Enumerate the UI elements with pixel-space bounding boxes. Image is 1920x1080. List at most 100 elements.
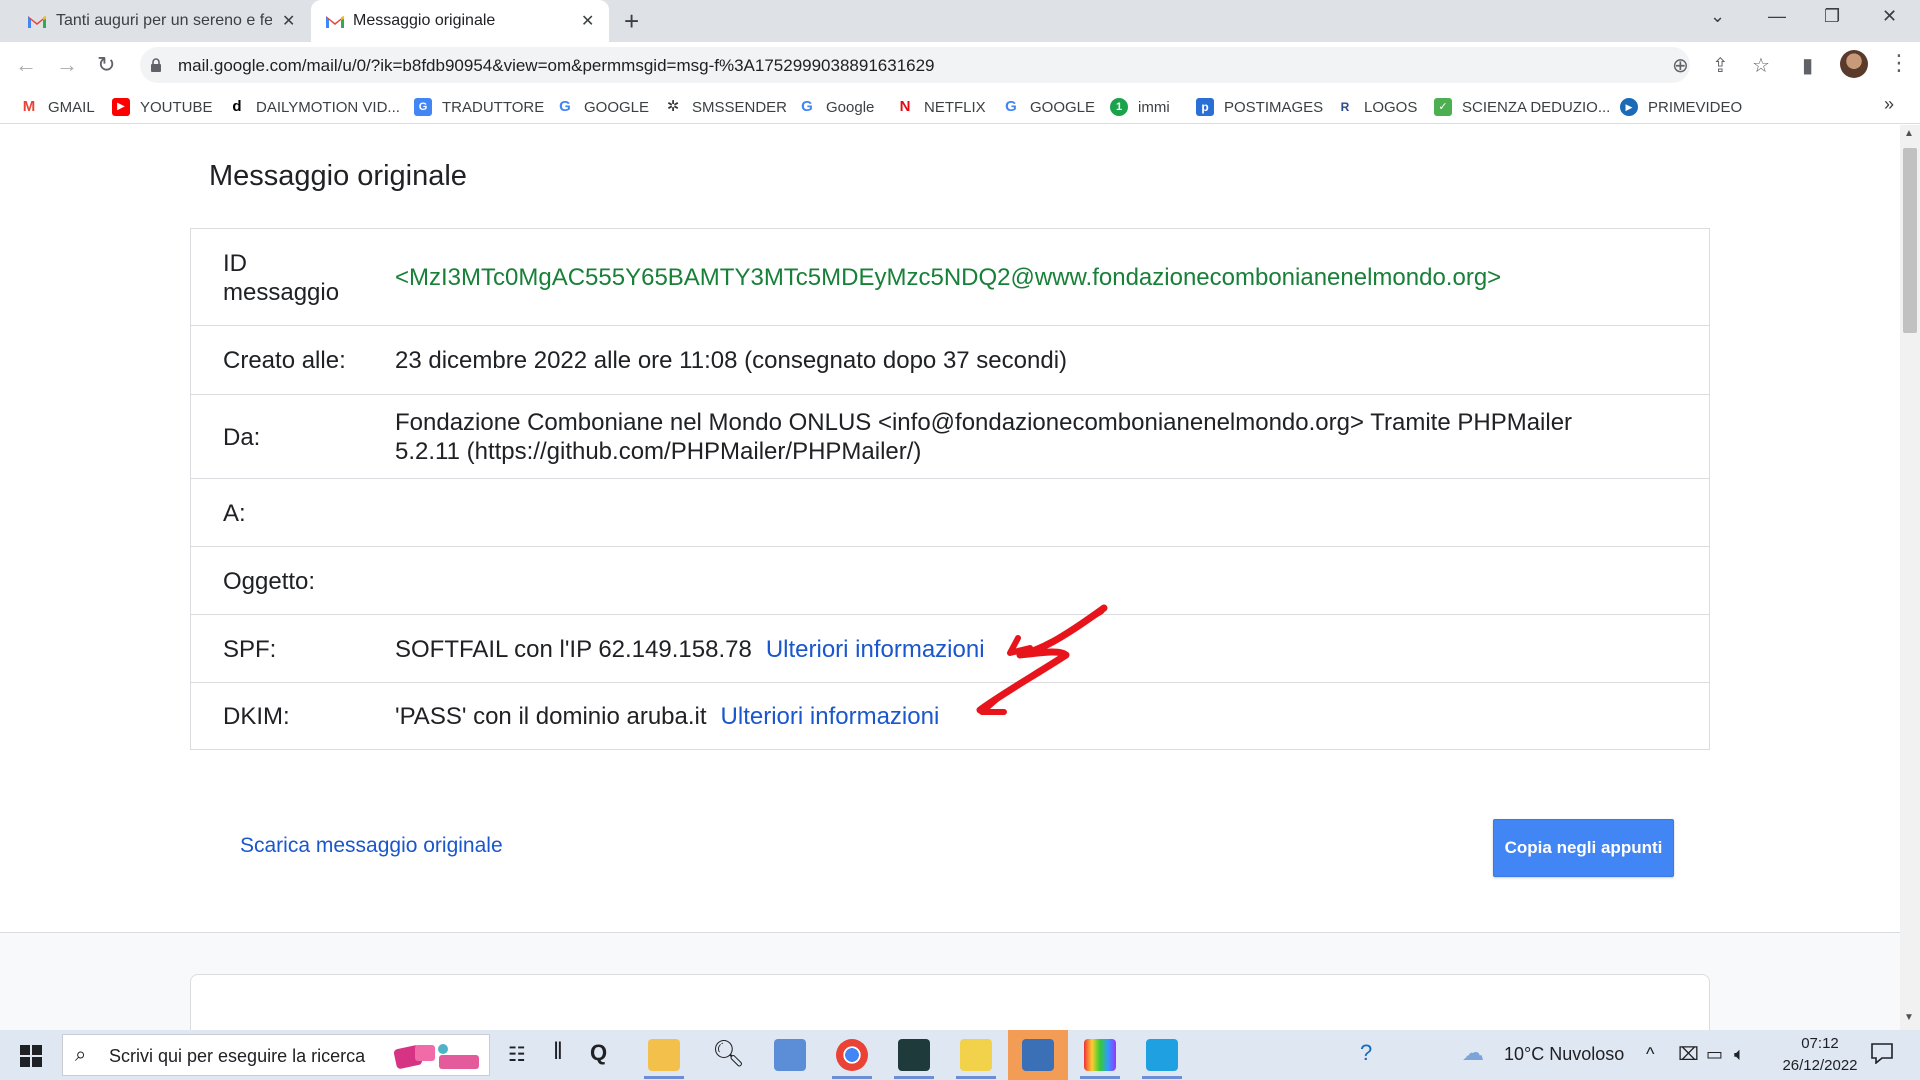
logos-icon: R bbox=[1340, 100, 1350, 114]
tab-search-icon[interactable]: ⌄ bbox=[1710, 6, 1725, 27]
row-created: Creato alle: 23 dicembre 2022 alle ore 1… bbox=[191, 326, 1709, 395]
message-info-table: ID messaggio <MzI3MTc0MgAC555Y65BAMTY3MT… bbox=[190, 228, 1710, 750]
tab-active[interactable]: Messaggio originale ✕ bbox=[311, 0, 609, 42]
tab-inactive[interactable]: Tanti auguri per un sereno e felice ✕ bbox=[0, 0, 305, 42]
bookmark-label: GMAIL bbox=[48, 98, 95, 116]
bookmark-logos[interactable]: R LOGOS bbox=[1336, 96, 1418, 118]
bookmark-google-3[interactable]: G GOOGLE bbox=[1002, 96, 1095, 118]
forward-icon[interactable]: → bbox=[56, 52, 78, 78]
bookmark-label: GOOGLE bbox=[584, 98, 650, 116]
app-icon[interactable] bbox=[898, 1039, 930, 1071]
menu-kebab-icon[interactable]: ⋮ bbox=[1888, 50, 1910, 76]
close-window-icon[interactable]: ✕ bbox=[1882, 6, 1897, 27]
bookmark-google[interactable]: G GOOGLE bbox=[556, 96, 649, 118]
new-tab-button[interactable]: + bbox=[624, 6, 639, 37]
bookmark-label: SMSSENDER bbox=[692, 98, 788, 116]
dkim-label: DKIM: bbox=[223, 703, 290, 730]
download-app-icon[interactable] bbox=[1146, 1039, 1178, 1071]
url-text[interactable]: mail.google.com/mail/u/0/?ik=b8fdb90954&… bbox=[178, 56, 935, 76]
spf-more-info-link[interactable]: Ulteriori informazioni bbox=[766, 636, 985, 663]
pdf-icon[interactable] bbox=[960, 1039, 992, 1071]
running-indicator bbox=[956, 1076, 996, 1079]
bookmark-postimages[interactable]: p POSTIMAGES bbox=[1196, 96, 1323, 118]
bookmark-netflix[interactable]: N NETFLIX bbox=[896, 96, 986, 118]
search-app-icon[interactable]: Q bbox=[590, 1040, 607, 1066]
scrollbar-thumb[interactable] bbox=[1903, 148, 1917, 333]
download-original-link[interactable]: Scarica messaggio originale bbox=[240, 834, 503, 858]
close-tab-icon[interactable]: ✕ bbox=[581, 11, 594, 31]
scroll-down-arrow-icon[interactable]: ▼ bbox=[1904, 1012, 1914, 1023]
scroll-up-arrow-icon[interactable]: ▲ bbox=[1904, 128, 1914, 139]
device-icon[interactable]: ⌧ bbox=[1678, 1044, 1699, 1065]
zoom-icon[interactable]: ⊕ bbox=[1672, 53, 1689, 78]
back-icon[interactable]: ← bbox=[15, 52, 37, 78]
bookmark-label: Google bbox=[826, 98, 875, 116]
clock-date[interactable]: 26/12/2022 bbox=[1766, 1057, 1874, 1074]
spf-label: SPF: bbox=[223, 636, 277, 663]
row-message-id: ID messaggio <MzI3MTc0MgAC555Y65BAMTY3MT… bbox=[191, 229, 1709, 326]
row-dkim: DKIM: 'PASS' con il dominio aruba.it Ulte… bbox=[191, 683, 1709, 749]
monitor-app-icon[interactable] bbox=[1022, 1039, 1054, 1071]
cloud-icon: ☁ bbox=[1462, 1040, 1484, 1065]
help-icon[interactable]: ? bbox=[1360, 1040, 1372, 1066]
bookmark-youtube[interactable]: ▶ YOUTUBE bbox=[112, 96, 213, 118]
message-id-label-line1: ID bbox=[223, 250, 247, 277]
row-to: A: bbox=[191, 479, 1709, 547]
bookmark-smssender[interactable]: ✲ SMSSENDER bbox=[664, 96, 787, 118]
magnifier-icon[interactable]: 🔍︎ bbox=[712, 1038, 745, 1069]
bookmark-label: SCIENZA DEDUZIO... bbox=[1462, 98, 1611, 116]
bookmark-label: PRIMEVIDEO bbox=[1648, 98, 1743, 116]
taskbar-search-box[interactable]: ⌕ Scrivi qui per eseguire la ricerca bbox=[62, 1034, 490, 1076]
netflix-icon: N bbox=[899, 98, 911, 115]
bookmark-primevideo[interactable]: ▶ PRIMEVIDEO bbox=[1620, 96, 1742, 118]
tab-strip: Tanti auguri per un sereno e felice ✕ Me… bbox=[0, 0, 1920, 42]
bookmark-immi[interactable]: 1 immi bbox=[1110, 96, 1170, 118]
chevron-right-icon[interactable]: » bbox=[1884, 94, 1894, 115]
google-icon: G bbox=[559, 98, 571, 115]
smssender-icon: ✲ bbox=[666, 98, 680, 115]
color-app-icon[interactable] bbox=[1084, 1039, 1116, 1071]
chrome-icon[interactable] bbox=[836, 1039, 868, 1071]
side-panel-icon[interactable]: ▮ bbox=[1802, 53, 1813, 78]
bookmark-icon: ✓ bbox=[1434, 98, 1452, 116]
bookmark-google-2[interactable]: G Google bbox=[798, 96, 874, 118]
lock-icon[interactable] bbox=[150, 58, 162, 72]
task-view-icon[interactable]: ☷ bbox=[508, 1042, 526, 1067]
weather-text[interactable]: 10°C Nuvoloso bbox=[1504, 1044, 1624, 1065]
bookmark-scienza[interactable]: ✓ SCIENZA DEDUZIO... bbox=[1434, 96, 1610, 118]
battery-icon[interactable]: ▭ bbox=[1706, 1044, 1723, 1065]
minimize-icon[interactable]: — bbox=[1768, 6, 1786, 27]
tab-title: Messaggio originale bbox=[353, 12, 496, 29]
dkim-more-info-link[interactable]: Ulteriori informazioni bbox=[721, 703, 940, 730]
image-viewer-icon[interactable] bbox=[774, 1039, 806, 1071]
gmail-icon bbox=[28, 16, 46, 28]
bookmark-dailymotion[interactable]: d DAILYMOTION VID... bbox=[228, 96, 400, 118]
search-placeholder: Scrivi qui per eseguire la ricerca bbox=[109, 1046, 366, 1066]
running-indicator bbox=[1080, 1076, 1120, 1079]
reload-icon[interactable]: ↻ bbox=[97, 52, 115, 78]
immi-icon: 1 bbox=[1110, 98, 1128, 116]
postimages-icon: p bbox=[1196, 98, 1214, 116]
bookmark-star-icon[interactable]: ☆ bbox=[1752, 53, 1770, 78]
bookmark-gmail[interactable]: M GMAIL bbox=[20, 96, 95, 118]
divider-icon[interactable]: ‖ bbox=[553, 1038, 563, 1066]
share-icon[interactable]: ⇪ bbox=[1712, 53, 1729, 78]
subject-label: Oggetto: bbox=[223, 568, 316, 595]
close-tab-icon[interactable]: ✕ bbox=[282, 11, 295, 31]
message-id-value: <MzI3MTc0MgAC555Y65BAMTY3MTc5MDEyMzc5NDQ… bbox=[395, 264, 1502, 291]
profile-avatar[interactable] bbox=[1840, 50, 1868, 78]
row-subject: Oggetto: bbox=[191, 547, 1709, 615]
notification-icon[interactable] bbox=[1870, 1042, 1894, 1064]
restore-icon[interactable]: ❐ bbox=[1824, 6, 1840, 27]
clock-time[interactable]: 07:12 bbox=[1790, 1035, 1850, 1052]
copy-to-clipboard-button[interactable]: Copia negli appunti bbox=[1493, 819, 1674, 877]
dkim-value-group: 'PASS' con il dominio aruba.it Ulteriori … bbox=[395, 702, 939, 731]
volume-icon[interactable]: 🔈︎ bbox=[1734, 1044, 1745, 1065]
bookmark-traduttore[interactable]: G TRADUTTORE bbox=[414, 96, 544, 118]
google-icon: G bbox=[1005, 98, 1017, 115]
file-explorer-icon[interactable] bbox=[648, 1039, 680, 1071]
windows-start-icon[interactable] bbox=[20, 1045, 42, 1067]
bookmark-label: POSTIMAGES bbox=[1224, 98, 1324, 116]
chevron-up-icon[interactable]: ^ bbox=[1646, 1044, 1654, 1065]
message-id-label-line2: messaggio bbox=[223, 279, 340, 306]
